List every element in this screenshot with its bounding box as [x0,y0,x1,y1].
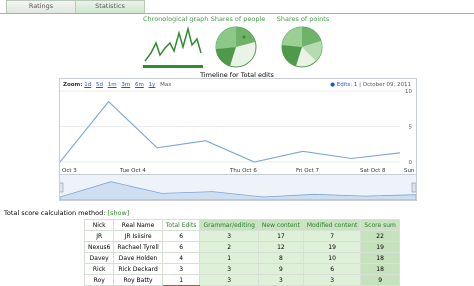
y-tick-label: 5 [409,125,413,131]
cell-modified-content: 6 [302,263,362,275]
cell-nick: Rick [83,263,115,275]
cell-real-name: JR Isiisire [113,230,163,242]
cell-nick: Davey [83,252,115,264]
cell-grammar: 3 [199,274,259,286]
navigator-plot [58,181,417,201]
thumb-label-points: Shares of points [276,15,330,23]
cell-total-edits: 3 [161,263,201,275]
cell-real-name: Dave Holden [113,252,163,264]
score-calc-line: Total score calculation method: [show] [4,209,129,217]
cell-grammar: 3 [199,263,259,275]
cell-total-edits: 1 [161,274,201,286]
selected-thumbnail-indicator [143,65,203,68]
cell-new-content: 3 [257,274,304,286]
score-table-header: Nick Real Name Total Edits Grammar/editi… [83,219,400,231]
navigator-handle [58,182,64,193]
cell-modified-content: 10 [302,252,362,264]
cell-real-name: Roy Batty [113,274,163,286]
col-score-sum[interactable]: Score sum [360,219,400,231]
cell-nick: Nexus6 [83,241,115,253]
cell-score-sum: 18 [360,252,400,264]
col-total-edits[interactable]: Total Edits [161,219,201,231]
cell-real-name: Rick Deckard [113,263,163,275]
tab-ratings[interactable]: Ratings [6,0,76,13]
thumb-label-chronological: Chronological graph [143,15,209,23]
thumb-label-people: Shares of people [210,15,266,23]
cell-real-name: Rachael Tyrell [113,241,163,253]
timeline-chart[interactable]: Zoom: 1d 5d 1m 3m 6m 1y Max ● Edits: 1 |… [59,78,417,175]
cell-modified-content: 3 [302,274,362,286]
cell-total-edits: 6 [161,230,201,242]
tab-bar: Ratings Statistics [0,0,474,14]
show-link[interactable]: [show] [108,209,130,217]
cell-score-sum: 22 [360,230,400,242]
tab-statistics[interactable]: Statistics [75,0,145,13]
table-row: Davey Dave Holden 4 1 8 10 18 [83,252,400,264]
cell-nick: JR [83,230,115,242]
table-row: JR JR Isiisire 6 3 17 7 22 [83,230,400,242]
y-tick-label: 10 [405,89,412,95]
navigator-handle [411,182,417,193]
cell-grammar: 3 [199,230,259,242]
y-tick-label: 0 [409,160,413,166]
cell-new-content: 12 [257,241,304,253]
series-line-edits [60,100,401,163]
cell-grammar: 2 [199,241,259,253]
cell-total-edits: 6 [161,241,201,253]
cell-new-content: 9 [257,263,304,275]
navigator-area [59,181,417,201]
pie-chart-icon [281,26,323,68]
score-table: Nick Real Name Total Edits Grammar/editi… [83,219,400,286]
timeline-navigator[interactable] [58,174,417,201]
cell-new-content: 8 [257,252,304,264]
cell-new-content: 17 [257,230,304,242]
col-real-name[interactable]: Real Name [113,219,163,231]
score-calc-label: Total score calculation method: [4,209,106,217]
col-new-content[interactable]: New content [257,219,304,231]
timeline-plot: 1050Oct 3 Tue Oct 4 Thu Oct 6 Fri Oct 7 Sat … [60,89,415,174]
cell-total-edits: 4 [161,252,201,264]
thumb-shares-points[interactable]: Shares of points [272,15,334,73]
cell-modified-content: 19 [302,241,362,253]
pie-chart-icon [215,26,257,68]
cell-nick: Roy [83,274,115,286]
col-nick[interactable]: Nick [83,219,115,231]
chronological-graph-icon [144,26,202,62]
col-modified-content[interactable]: Modified content [302,219,362,231]
cell-grammar: 1 [199,252,259,264]
cell-score-sum: 18 [360,263,400,275]
table-row: Rick Rick Deckard 3 3 9 6 18 [83,263,400,275]
thumb-shares-people[interactable]: Shares of people [208,15,268,73]
thumb-chronological[interactable]: Chronological graph [143,15,209,69]
cell-modified-content: 7 [302,230,362,242]
table-row: Roy Roy Batty 1 3 3 3 9 [83,274,400,286]
cell-score-sum: 9 [360,274,400,286]
table-row: Nexus6 Rachael Tyrell 6 2 12 19 19 [83,241,400,253]
col-grammar[interactable]: Grammar/editing [199,219,259,231]
cell-score-sum: 19 [360,241,400,253]
